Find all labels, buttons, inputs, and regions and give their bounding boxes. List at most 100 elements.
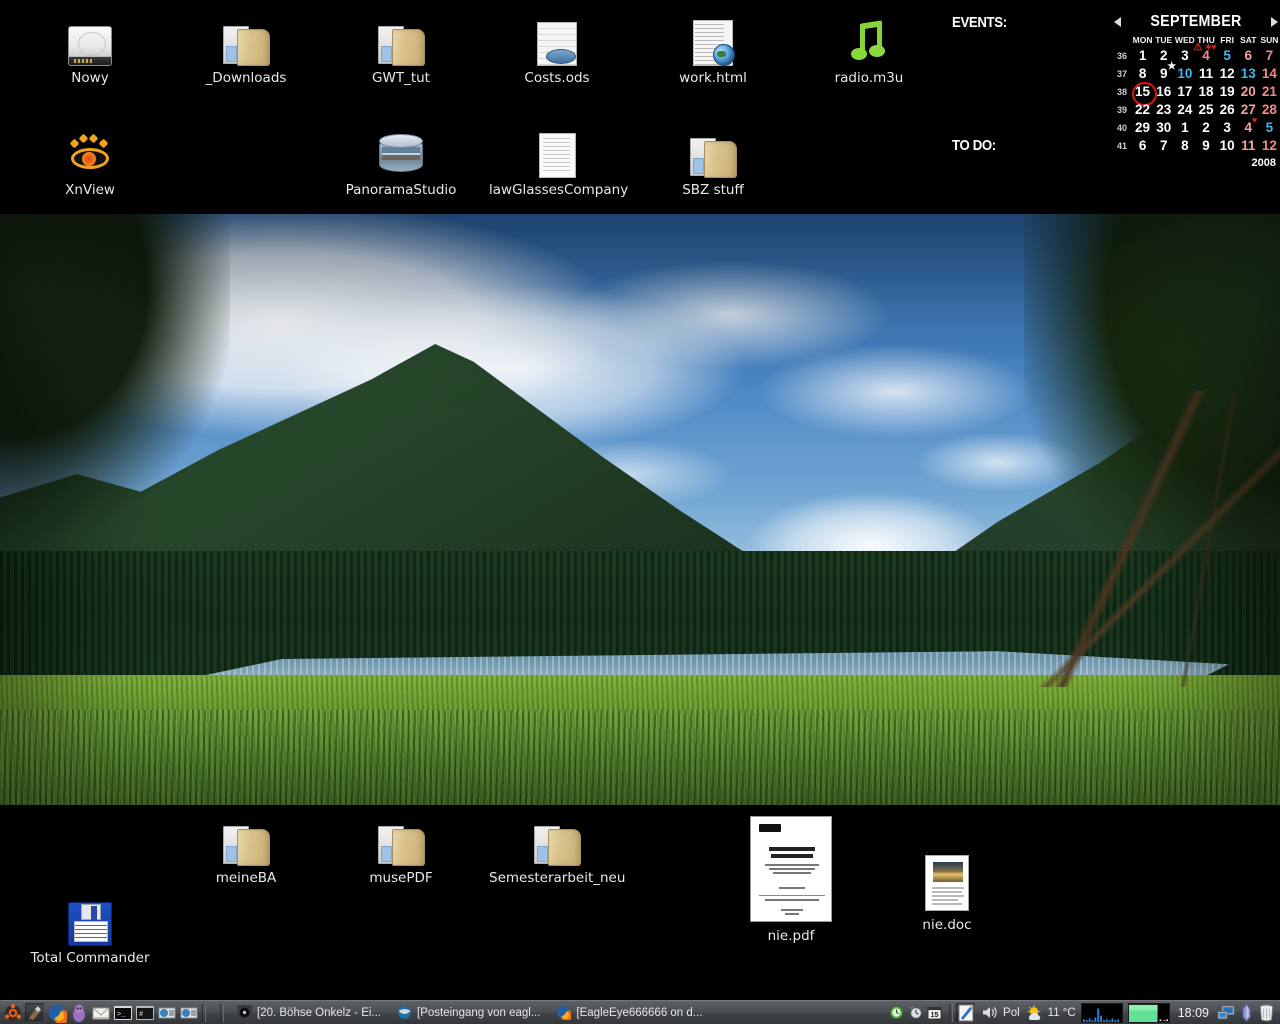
calendar-day[interactable]: 3: [1217, 119, 1238, 136]
task-button[interactable]: [20. Böhse Onkelz - Ei...: [231, 1003, 387, 1023]
calendar-prev-month-icon[interactable]: [1114, 15, 1124, 29]
calendar-day[interactable]: 5 ♥: [1252, 116, 1280, 136]
pidgin-icon[interactable]: [69, 1003, 89, 1023]
calendar-day[interactable]: 10: [1217, 137, 1238, 154]
calendar-day[interactable]: 10 ★: [1167, 62, 1195, 82]
taskbar-separator: [220, 1003, 224, 1022]
desktop-icon-semesterarbeit-neu[interactable]: Semesterarbeit_neu: [489, 814, 625, 886]
calendar-grid[interactable]: 36 1 2 3 4 ⚠ 5 ✶♥ 6 7 37 8 9 10 ★ 11 12 13 14 38 15 16 17 18 19 2…: [1112, 43, 1280, 154]
desktop-icon-nie-doc[interactable]: nie.doc: [879, 855, 1015, 933]
calendar-week-number: 41: [1116, 140, 1127, 151]
calendar-day[interactable]: 20: [1238, 83, 1259, 100]
cpu-graph-monitor[interactable]: [1080, 1002, 1123, 1023]
calendar-day[interactable]: 11: [1238, 137, 1259, 154]
calendar-day[interactable]: 24: [1174, 101, 1195, 118]
notepad-icon[interactable]: [956, 1002, 977, 1023]
taskbar-separator: [202, 1003, 206, 1022]
folder-icon: [178, 14, 314, 66]
calendar-day[interactable]: 23: [1153, 101, 1174, 118]
folder-icon: [645, 126, 781, 178]
terminal-icon[interactable]: >_: [113, 1003, 133, 1023]
desktop-icon-xnview[interactable]: XnView: [22, 126, 158, 198]
network-icon-1[interactable]: [157, 1003, 177, 1023]
mail-icon[interactable]: [91, 1003, 111, 1023]
desktop-icon-label: XnView: [65, 182, 115, 198]
root-terminal-icon[interactable]: #: [135, 1003, 155, 1023]
thermometer-icon[interactable]: [1241, 1003, 1252, 1022]
calendar-day[interactable]: 12: [1259, 137, 1280, 154]
calendar-day[interactable]: 6: [1132, 137, 1153, 154]
system-tray: Pol 11 °C 18:09: [956, 1001, 1280, 1024]
clock-green-icon[interactable]: [889, 1005, 904, 1020]
calendar-day[interactable]: 25: [1195, 101, 1216, 118]
calendar-day[interactable]: 17: [1174, 83, 1195, 100]
calendar-day[interactable]: 22: [1132, 101, 1153, 118]
calendar-day[interactable]: 9: [1195, 137, 1216, 154]
task-button[interactable]: [EagleEye666666 on d...: [550, 1003, 708, 1023]
alarm-icon[interactable]: [908, 1005, 923, 1020]
calendar-15-icon[interactable]: 15: [927, 1005, 942, 1020]
network-icon-2[interactable]: [179, 1003, 199, 1023]
desktop-icon-nie-pdf[interactable]: nie.pdf: [723, 816, 859, 944]
calendar-day[interactable]: 7: [1259, 47, 1280, 64]
desktop-icon-radio-m3u[interactable]: radio.m3u: [801, 14, 937, 86]
calendar-day[interactable]: 30: [1153, 119, 1174, 136]
calendar-next-month-icon[interactable]: [1268, 15, 1278, 29]
calendar-day[interactable]: 11: [1195, 65, 1216, 82]
desktop-icon-work-html[interactable]: work.html: [645, 14, 781, 86]
desktop-icon-gwt-tut[interactable]: GWT_tut: [333, 14, 469, 86]
desktop-icon-costs-ods[interactable]: Costs.ods: [489, 14, 625, 86]
desktop-icon-downloads[interactable]: _Downloads: [178, 14, 314, 86]
memory-graph-monitor[interactable]: [1127, 1002, 1170, 1023]
calendar-day[interactable]: 29: [1132, 119, 1153, 136]
calendar-day[interactable]: 14: [1259, 65, 1280, 82]
volume-icon[interactable]: [981, 1004, 998, 1021]
calendar-day[interactable]: 3: [1174, 47, 1195, 64]
desktop-icon-nowy[interactable]: Nowy: [22, 14, 158, 86]
gimp-icon[interactable]: [25, 1002, 45, 1023]
html-document-icon: [645, 14, 781, 66]
desktop-icon-meineba[interactable]: meineBA: [178, 814, 314, 886]
network-monitor-icon[interactable]: [1217, 1004, 1236, 1022]
calendar-day[interactable]: 16: [1153, 83, 1174, 100]
taskbar-clock[interactable]: 18:09: [1175, 1006, 1212, 1020]
calendar-day[interactable]: 13: [1238, 65, 1259, 82]
calendar-day[interactable]: 8: [1132, 65, 1153, 82]
task-button[interactable]: [Posteingang von eagl...: [391, 1003, 546, 1023]
doc-thumbnail-icon: [879, 855, 1015, 913]
music-note-icon: [801, 14, 937, 66]
task-title: [EagleEye666666 on d...: [576, 1006, 703, 1019]
calendar-day[interactable]: 2: [1195, 119, 1216, 136]
ubuntu-logo-icon[interactable]: [3, 1003, 23, 1023]
firefox-icon: [556, 1005, 574, 1022]
folder-icon: [333, 14, 469, 66]
desktop-icon-total-commander[interactable]: Total Commander: [22, 894, 158, 966]
calendar-day[interactable]: 21: [1259, 83, 1280, 100]
calendar-day[interactable]: 5 ✶♥: [1205, 43, 1238, 64]
desktop-icon-panoramastudio[interactable]: PanoramaStudio: [333, 126, 469, 198]
desktop-icon-sbz-stuff[interactable]: SBZ stuff: [645, 126, 781, 198]
calendar-day[interactable]: 8: [1174, 137, 1195, 154]
calendar-day[interactable]: 12: [1217, 65, 1238, 82]
calendar-event-star-icon: ★: [1167, 61, 1177, 72]
calendar-day[interactable]: 1: [1174, 119, 1195, 136]
desktop-icon-musepdf[interactable]: musePDF: [333, 814, 469, 886]
svg-text:#: #: [139, 1011, 143, 1019]
calendar-day-today[interactable]: 15: [1131, 81, 1157, 106]
calendar-day[interactable]: 18: [1195, 83, 1216, 100]
calendar-day[interactable]: 19: [1217, 83, 1238, 100]
keyboard-layout-indicator[interactable]: Pol: [1003, 1007, 1020, 1019]
calendar-day[interactable]: 6: [1238, 47, 1259, 64]
sun-cloud-icon[interactable]: [1025, 1004, 1043, 1022]
calendar-widget[interactable]: SEPTEMBER MON TUE WED THU FRI SAT SUN 36 1 2 3 4 ⚠ 5…: [1112, 12, 1280, 170]
xnview-eye-icon: [22, 126, 158, 178]
calendar-day[interactable]: 7: [1153, 137, 1174, 154]
calendar-day[interactable]: 28: [1259, 101, 1280, 118]
calendar-event-heart-icon: ♥: [1251, 115, 1258, 125]
calendar-day[interactable]: 1: [1132, 47, 1153, 64]
calendar-day[interactable]: 26: [1217, 101, 1238, 118]
trash-icon[interactable]: [1257, 1003, 1276, 1022]
firefox-icon[interactable]: [47, 1003, 69, 1024]
task-title: [20. Böhse Onkelz - Ei...: [257, 1006, 382, 1019]
desktop-icon-lawglassescompany[interactable]: lawGlassesCompany: [489, 126, 628, 198]
